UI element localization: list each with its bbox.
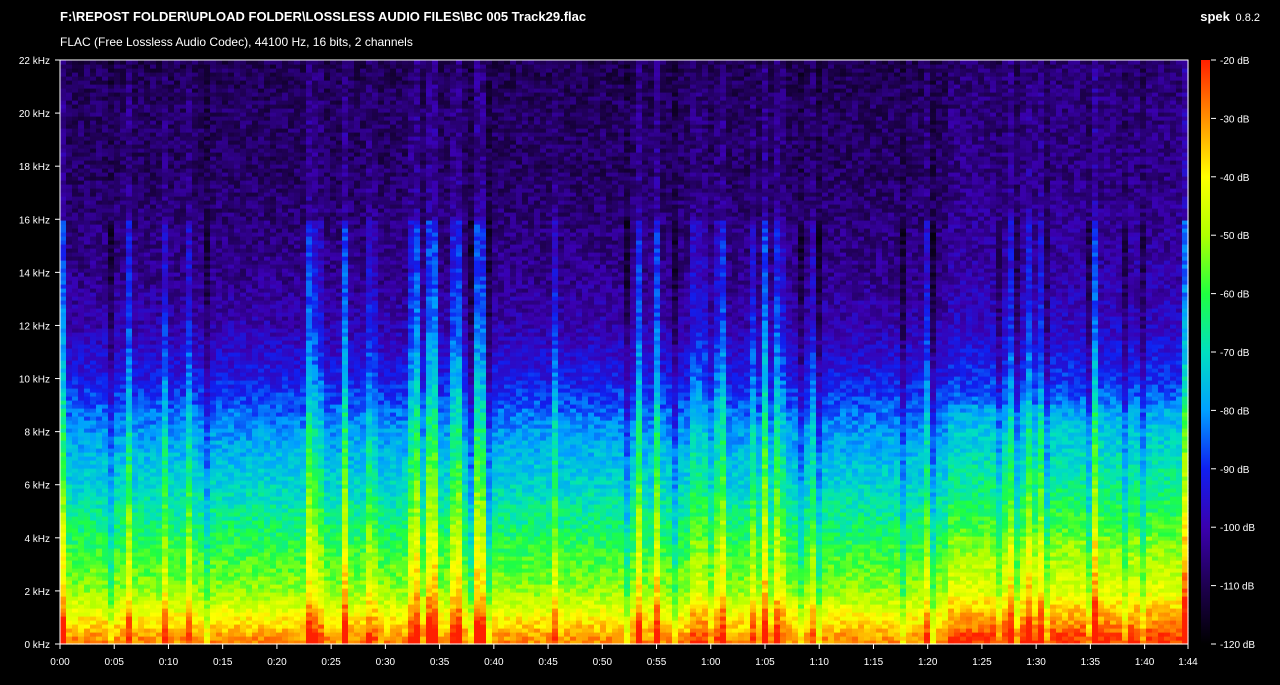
color-scale-tick-label: -80 dB <box>1220 406 1250 417</box>
x-axis-tick-label: 1:20 <box>918 657 938 668</box>
y-axis-tick-label: 4 kHz <box>24 534 50 545</box>
y-axis-tick-label: 2 kHz <box>24 587 50 598</box>
x-axis-tick-label: 0:55 <box>647 657 667 668</box>
color-scale-tick-label: -110 dB <box>1220 582 1255 593</box>
y-axis-tick-label: 22 kHz <box>19 56 50 67</box>
x-axis-tick-label: 0:25 <box>321 657 341 668</box>
x-axis-tick-label: 1:25 <box>972 657 992 668</box>
x-axis-tick-label: 1:05 <box>755 657 775 668</box>
x-axis-tick-label: 1:10 <box>809 657 829 668</box>
x-axis-tick-label: 0:15 <box>213 657 233 668</box>
color-scale-tick-label: -100 dB <box>1220 523 1255 534</box>
color-scale-tick-label: -60 dB <box>1220 290 1250 301</box>
color-scale-tick-label: -20 dB <box>1220 56 1250 67</box>
x-axis-tick-label: 0:45 <box>538 657 558 668</box>
x-axis-tick-label: 0:30 <box>376 657 396 668</box>
x-axis-tick-label: 0:00 <box>50 657 70 668</box>
color-scale-bar <box>1201 60 1210 644</box>
x-axis-tick-label: 0:40 <box>484 657 504 668</box>
color-scale-tick-label: -120 dB <box>1220 640 1255 651</box>
x-axis-tick-label: 1:40 <box>1135 657 1155 668</box>
color-scale-tick-label: -40 dB <box>1220 173 1250 184</box>
x-axis-tick-label: 1:15 <box>864 657 884 668</box>
y-axis-tick-label: 14 kHz <box>19 268 50 279</box>
color-scale-tick-label: -70 dB <box>1220 348 1250 359</box>
x-axis-tick-label: 0:05 <box>104 657 124 668</box>
x-axis: 0:00 0:05 0:10 0:15 0:20 0:25 0:30 0:35 0:40 0:45… <box>50 644 1198 668</box>
y-axis: 0 kHz 2 kHz 4 kHz 6 kHz 8 kHz 10 kHz 12 kHz 14 … <box>19 56 60 651</box>
y-axis-tick-label: 0 kHz <box>24 640 50 651</box>
y-axis-tick-label: 6 kHz <box>24 481 50 492</box>
color-scale-tick-label: -90 dB <box>1220 465 1250 476</box>
x-axis-tick-label: 0:20 <box>267 657 287 668</box>
y-axis-tick-label: 18 kHz <box>19 162 50 173</box>
color-scale-tick-label: -50 dB <box>1220 231 1250 242</box>
y-axis-tick-label: 20 kHz <box>19 109 50 120</box>
x-axis-tick-label: 1:44 <box>1178 657 1198 668</box>
x-axis-tick-label: 0:35 <box>430 657 450 668</box>
y-axis-tick-label: 8 kHz <box>24 428 50 439</box>
y-axis-tick-label: 16 kHz <box>19 215 50 226</box>
color-scale-tick-label: -30 dB <box>1220 114 1250 125</box>
x-axis-tick-label: 0:10 <box>159 657 179 668</box>
x-axis-tick-label: 1:00 <box>701 657 721 668</box>
color-scale-axis: -20 dB -30 dB -40 dB -50 dB -60 dB -70 dB -80 … <box>1211 56 1255 651</box>
x-axis-tick-label: 1:35 <box>1081 657 1101 668</box>
y-axis-tick-label: 10 kHz <box>19 375 50 386</box>
y-axis-tick-label: 12 kHz <box>19 321 50 332</box>
spectrogram-plot <box>60 60 1189 645</box>
spectrogram-chart: 0:00 0:05 0:10 0:15 0:20 0:25 0:30 0:35 0:40 0:45… <box>0 0 1280 685</box>
x-axis-tick-label: 1:30 <box>1026 657 1046 668</box>
x-axis-tick-label: 0:50 <box>593 657 613 668</box>
